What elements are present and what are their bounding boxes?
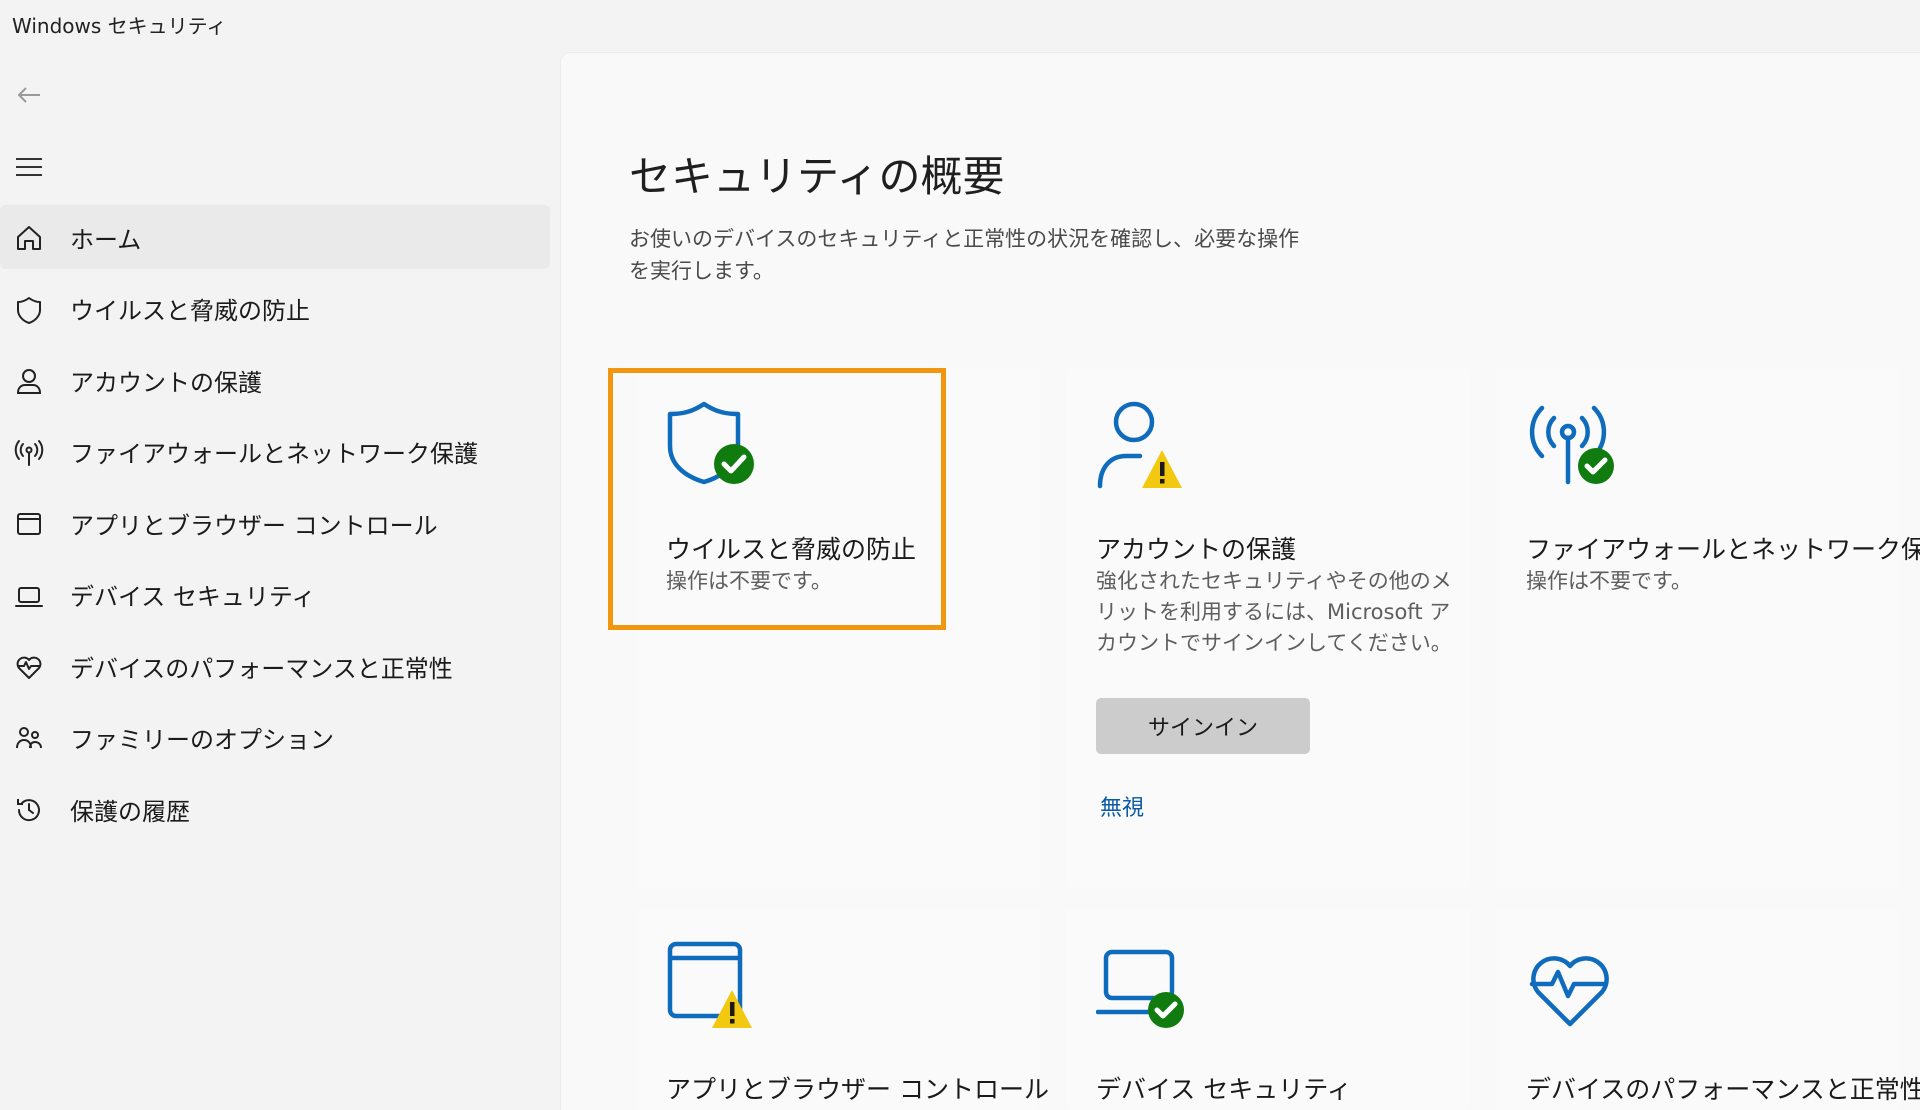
person-warning-icon	[1096, 398, 1192, 494]
sidebar-item-home[interactable]: ホーム	[0, 205, 550, 269]
main-content: セキュリティの概要 お使いのデバイスのセキュリティと正常性の状況を確認し、必要な…	[560, 52, 1920, 1110]
sidebar-item-label: ファイアウォールとネットワーク保護	[70, 440, 478, 468]
sidebar-item-protection-history[interactable]: 保護の履歴	[0, 777, 552, 841]
sign-in-button[interactable]: サインイン	[1096, 698, 1310, 754]
hamburger-menu-icon[interactable]	[14, 152, 44, 182]
back-arrow-icon[interactable]	[14, 80, 44, 110]
card-title: デバイス セキュリティ	[1096, 1075, 1352, 1104]
shield-icon	[14, 295, 44, 325]
laptop-icon	[14, 581, 44, 611]
sidebar-item-account-protection[interactable]: アカウントの保護	[0, 348, 552, 412]
sidebar-item-device-performance[interactable]: デバイスのパフォーマンスと正常性	[0, 634, 552, 698]
card-title: ウイルスと脅威の防止	[666, 535, 917, 564]
person-icon	[14, 366, 44, 396]
app-window-icon	[14, 509, 44, 539]
card-title: アプリとブラウザー コントロール	[666, 1075, 1049, 1104]
heart-pulse-icon	[1526, 938, 1622, 1034]
heart-pulse-icon	[14, 652, 44, 682]
card-device-performance-health[interactable]: デバイスのパフォーマンスと正常性	[1496, 908, 1920, 1110]
sidebar-item-label: デバイス セキュリティ	[70, 583, 316, 611]
sidebar-item-virus-protection[interactable]: ウイルスと脅威の防止	[0, 277, 552, 341]
card-app-browser-control[interactable]: アプリとブラウザー コントロール	[636, 908, 1049, 1110]
sidebar-nav: ホーム ウイルスと脅威の防止 アカウントの保護 ファイアウォールとネットワーク保…	[0, 205, 552, 849]
card-device-security[interactable]: デバイス セキュリティ	[1066, 908, 1470, 1110]
sidebar-item-app-browser-control[interactable]: アプリとブラウザー コントロール	[0, 491, 552, 555]
antenna-check-icon	[1526, 398, 1622, 494]
sidebar-item-label: 保護の履歴	[70, 797, 190, 826]
family-icon	[14, 724, 44, 754]
sidebar-item-device-security[interactable]: デバイス セキュリティ	[0, 563, 552, 627]
app-window-warning-icon	[666, 938, 762, 1034]
sidebar-item-label: アカウントの保護	[70, 368, 262, 397]
card-status: 操作は不要です。	[666, 569, 832, 593]
sidebar-item-label: ホーム	[70, 225, 142, 254]
sidebar-item-firewall[interactable]: ファイアウォールとネットワーク保護	[0, 420, 552, 484]
shield-check-icon	[666, 398, 762, 494]
history-icon	[14, 795, 44, 825]
sidebar-item-label: アプリとブラウザー コントロール	[70, 511, 438, 540]
laptop-check-icon	[1095, 938, 1192, 1034]
card-account-protection[interactable]: アカウントの保護 強化されたセキュリティやその他のメリットを利用するには、Mic…	[1066, 368, 1470, 888]
card-title: デバイスのパフォーマンスと正常性	[1526, 1075, 1920, 1104]
card-status: 強化されたセキュリティやその他のメリットを利用するには、Microsoft アカ…	[1096, 569, 1452, 655]
sidebar-item-family-options[interactable]: ファミリーのオプション	[0, 706, 552, 770]
sidebar-item-label: デバイスのパフォーマンスと正常性	[70, 654, 453, 683]
card-virus-threat-protection[interactable]: ウイルスと脅威の防止 操作は不要です。	[636, 368, 1040, 888]
sidebar-item-label: ファミリーのオプション	[70, 726, 334, 754]
card-title: ファイアウォールとネットワーク保護	[1526, 535, 1920, 564]
wireless-antenna-icon	[14, 438, 44, 468]
page-description: お使いのデバイスのセキュリティと正常性の状況を確認し、必要な操作を実行します。	[629, 227, 1300, 283]
dismiss-link[interactable]: 無視	[1100, 790, 1144, 822]
home-icon	[14, 223, 44, 253]
title-bar: Windows セキュリティ	[0, 0, 1920, 48]
page-title: セキュリティの概要	[629, 152, 1005, 201]
sidebar-item-label: ウイルスと脅威の防止	[70, 297, 310, 325]
app-title: Windows セキュリティ	[12, 14, 227, 38]
card-status: 操作は不要です。	[1526, 569, 1692, 593]
card-firewall-network-protection[interactable]: ファイアウォールとネットワーク保護 操作は不要です。	[1496, 368, 1920, 888]
card-title: アカウントの保護	[1096, 535, 1297, 564]
